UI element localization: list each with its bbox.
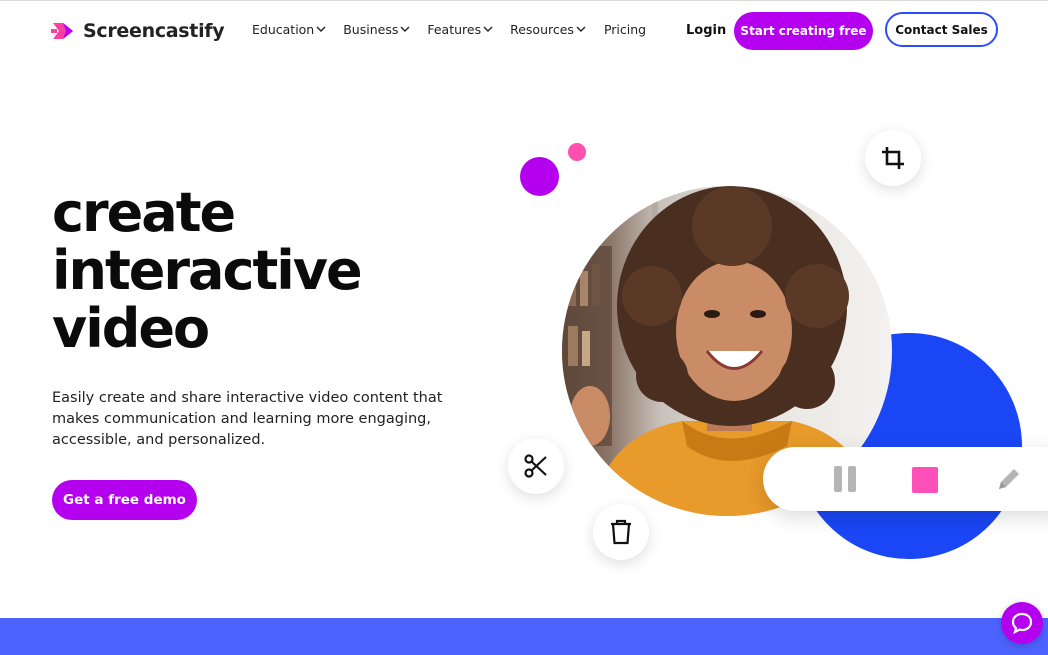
pause-icon[interactable]: [833, 465, 859, 493]
pencil-icon[interactable]: [995, 465, 1023, 493]
brand-logo[interactable]: Screencastify: [51, 18, 225, 44]
hero-subtext: Easily create and share interactive vide…: [52, 390, 443, 448]
scissors-icon: [524, 454, 547, 478]
login-link[interactable]: Login: [686, 23, 726, 38]
crop-button[interactable]: [865, 130, 921, 186]
decorative-dot-purple: [520, 157, 559, 196]
crop-icon: [882, 147, 904, 169]
nav-item-label: Business: [343, 22, 399, 37]
stop-icon[interactable]: [912, 467, 938, 493]
headline-line: create: [52, 181, 236, 244]
nav-item-resources[interactable]: Resources: [510, 22, 586, 37]
headline-line: video: [52, 297, 210, 360]
chevron-down-icon: [316, 26, 326, 32]
delete-button[interactable]: [593, 504, 649, 560]
chevron-down-icon: [483, 26, 493, 32]
nav-item-label: Resources: [510, 22, 574, 37]
get-free-demo-button[interactable]: Get a free demo: [52, 480, 197, 520]
screencastify-logo-icon: [51, 23, 73, 39]
chevron-down-icon: [400, 26, 410, 32]
nav-item-education[interactable]: Education: [252, 22, 326, 37]
contact-sales-button[interactable]: Contact Sales: [885, 12, 998, 47]
decorative-dot-pink: [568, 143, 586, 161]
hero-headline: create interactive video: [52, 184, 472, 358]
nav-item-label: Pricing: [603, 22, 647, 37]
chevron-down-icon: [576, 26, 586, 32]
headline-line: interactive: [52, 239, 363, 302]
nav-item-features[interactable]: Features: [427, 22, 493, 37]
start-creating-free-button[interactable]: Start creating free: [734, 12, 873, 50]
top-border: [0, 0, 1048, 1]
trash-icon: [611, 519, 631, 545]
bottom-band: [0, 618, 1048, 655]
chat-button[interactable]: [1001, 602, 1043, 644]
nav-item-label: Education: [252, 22, 315, 37]
nav-item-business[interactable]: Business: [343, 22, 410, 37]
brand-name: Screencastify: [83, 20, 225, 42]
nav-item-pricing[interactable]: Pricing: [604, 22, 646, 37]
chat-icon: [1011, 612, 1033, 634]
cut-button[interactable]: [508, 438, 564, 494]
main-nav: Education Business Features Resources Pr…: [252, 22, 663, 37]
recording-controls-bar: [763, 447, 1048, 511]
nav-item-label: Features: [427, 22, 482, 37]
